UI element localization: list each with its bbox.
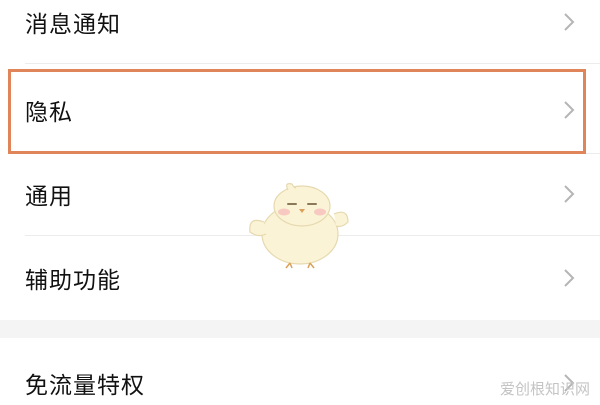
settings-item-label: 辅助功能: [25, 268, 121, 294]
settings-screen: 消息通知 隐私 通用 辅助功能 免流量特权 爱创根知识网: [0, 0, 600, 405]
settings-item-label: 消息通知: [25, 12, 121, 38]
chevron-right-icon: [564, 101, 575, 119]
settings-item-label: 通用: [25, 184, 73, 210]
settings-item-notifications[interactable]: 消息通知: [0, 0, 600, 52]
chevron-right-icon: [564, 269, 575, 287]
section-gap: [0, 320, 600, 338]
settings-item-label: 免流量特权: [25, 373, 145, 399]
watermark: 爱创根知识网: [499, 380, 590, 398]
chick-mascot-icon: [249, 183, 349, 269]
settings-item-label: 隐私: [25, 100, 73, 126]
settings-item-privacy[interactable]: 隐私: [0, 64, 600, 156]
chevron-right-icon: [564, 13, 575, 31]
chevron-right-icon: [564, 185, 575, 203]
